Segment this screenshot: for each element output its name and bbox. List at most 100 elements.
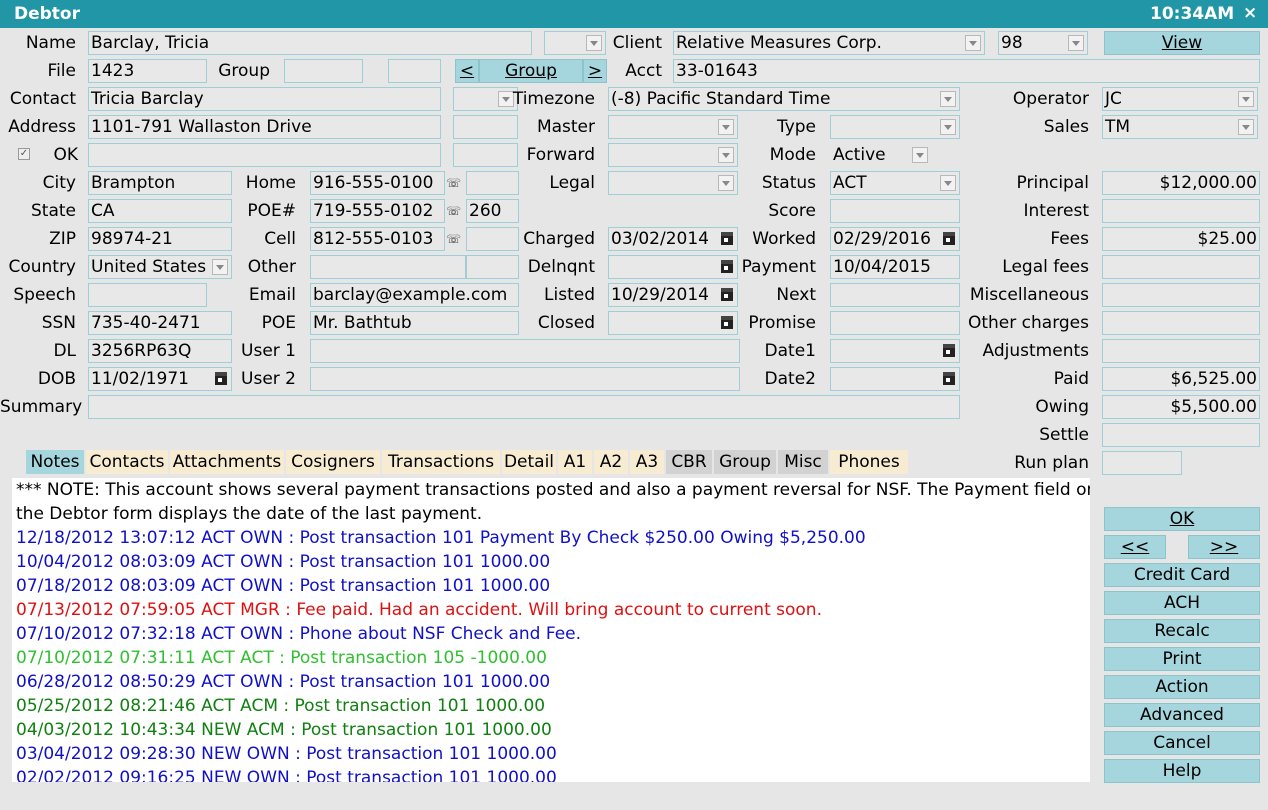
tab-misc[interactable]: Misc [778,450,828,474]
client-select[interactable]: Relative Measures Corp. [673,31,985,55]
tab-a1[interactable]: A1 [558,450,592,474]
dob-date-field[interactable]: 11/02/1971 [88,367,232,391]
chevron-down-icon[interactable] [1238,119,1254,135]
other-phone-field[interactable] [310,255,466,279]
contact-field[interactable]: Tricia Barclay [88,87,441,111]
date2-field[interactable] [830,367,960,391]
user2-field[interactable] [310,367,740,391]
tab-a3[interactable]: A3 [630,450,664,474]
chevron-down-icon[interactable] [212,259,228,275]
chevron-down-icon[interactable] [940,91,956,107]
next-record-button[interactable]: >> [1188,535,1260,559]
fees-field[interactable]: $25.00 [1102,227,1260,251]
calendar-icon[interactable] [721,316,733,329]
delnqnt-date-field[interactable] [608,255,738,279]
tab-a2[interactable]: A2 [594,450,628,474]
chevron-down-icon[interactable] [1238,91,1254,107]
phone-icon[interactable]: ☏ [446,200,461,222]
legal-fees-field[interactable] [1102,255,1260,279]
chevron-down-icon[interactable] [940,119,956,135]
client-code-select[interactable]: 98 [998,31,1088,55]
calendar-icon[interactable] [943,232,955,245]
view-button[interactable]: View [1104,31,1260,55]
calendar-icon[interactable] [721,288,733,301]
user1-field[interactable] [310,339,740,363]
ok-checkbox[interactable]: ✓ [18,148,30,160]
credit-card-button[interactable]: Credit Card [1104,563,1260,587]
group-button[interactable]: Group [479,59,583,83]
master-select[interactable] [608,115,738,139]
poe-phone-field[interactable]: 719-555-0102 ☏ [310,199,461,223]
phone-icon[interactable]: ☏ [446,228,461,250]
name-field[interactable]: Barclay, Tricia [88,31,532,55]
summary-field[interactable] [88,395,960,419]
chevron-down-icon[interactable] [965,35,981,51]
help-button[interactable]: Help [1104,759,1260,783]
run-plan-field[interactable] [1102,451,1182,475]
chevron-down-icon[interactable] [912,147,928,163]
zip-field[interactable]: 98974-21 [88,227,232,251]
group-field-2[interactable] [388,59,441,83]
promise-field[interactable] [830,311,960,335]
status-select[interactable]: ACT [830,171,960,195]
interest-field[interactable] [1102,199,1260,223]
chevron-down-icon[interactable] [718,119,734,135]
principal-field[interactable]: $12,000.00 [1102,171,1260,195]
cancel-button[interactable]: Cancel [1104,731,1260,755]
action-button[interactable]: Action [1104,675,1260,699]
calendar-icon[interactable] [215,372,227,385]
listed-date-field[interactable]: 10/29/2014 [608,283,738,307]
tab-detail[interactable]: Detail [502,450,556,474]
misc-field[interactable] [1102,283,1260,307]
worked-date-field[interactable]: 02/29/2016 [830,227,960,251]
recalc-button[interactable]: Recalc [1104,619,1260,643]
notes-panel[interactable]: *** NOTE: This account shows several pay… [12,478,1090,782]
phone-icon[interactable]: ☏ [446,172,461,194]
dl-field[interactable]: 3256RP63Q [88,339,232,363]
ok-extra-field[interactable] [453,143,518,167]
owing-field[interactable]: $5,500.00 [1102,395,1260,419]
type-select[interactable] [830,115,960,139]
mode-select[interactable]: Active [830,143,932,167]
country-select[interactable]: United States [88,255,232,279]
tab-attachments[interactable]: Attachments [170,450,284,474]
advanced-button[interactable]: Advanced [1104,703,1260,727]
settle-field[interactable] [1102,423,1260,447]
prev-record-button[interactable]: << [1104,535,1166,559]
ok-button[interactable]: OK [1104,507,1260,531]
contact-select[interactable] [453,87,518,111]
name-suffix-select[interactable] [544,31,606,55]
email-field[interactable]: barclay@example.com [310,283,519,307]
calendar-icon[interactable] [943,344,955,357]
score-field[interactable] [830,199,960,223]
calendar-icon[interactable] [943,372,955,385]
ssn-field[interactable]: 735-40-2471 [88,311,232,335]
group-prev-button[interactable]: < [455,59,479,83]
tab-contacts[interactable]: Contacts [86,450,168,474]
group-next-button[interactable]: > [583,59,607,83]
tab-notes[interactable]: Notes [26,450,84,474]
address-extra-field[interactable] [453,115,518,139]
legal-select[interactable] [608,171,738,195]
adjustments-field[interactable] [1102,339,1260,363]
chevron-down-icon[interactable] [940,175,956,191]
payment-field[interactable]: 10/04/2015 [830,255,960,279]
chevron-down-icon[interactable] [1068,35,1084,51]
other-charges-field[interactable] [1102,311,1260,335]
date1-field[interactable] [830,339,960,363]
poe-ext-field[interactable]: 260 [466,199,519,223]
chevron-down-icon[interactable] [718,175,734,191]
city-field[interactable]: Brampton [88,171,232,195]
operator-select[interactable]: JC [1102,87,1258,111]
file-field[interactable]: 1423 [88,59,207,83]
acct-field[interactable]: 33-01643 [673,59,1260,83]
calendar-icon[interactable] [721,232,733,245]
timezone-select[interactable]: (-8) Pacific Standard Time [608,87,960,111]
state-field[interactable]: CA [88,199,232,223]
forward-select[interactable] [608,143,738,167]
closed-date-field[interactable] [608,311,738,335]
speech-field[interactable] [88,283,207,307]
tab-cbr[interactable]: CBR [666,450,712,474]
tab-cosigners[interactable]: Cosigners [286,450,380,474]
address-field[interactable]: 1101-791 Wallaston Drive [88,115,441,139]
